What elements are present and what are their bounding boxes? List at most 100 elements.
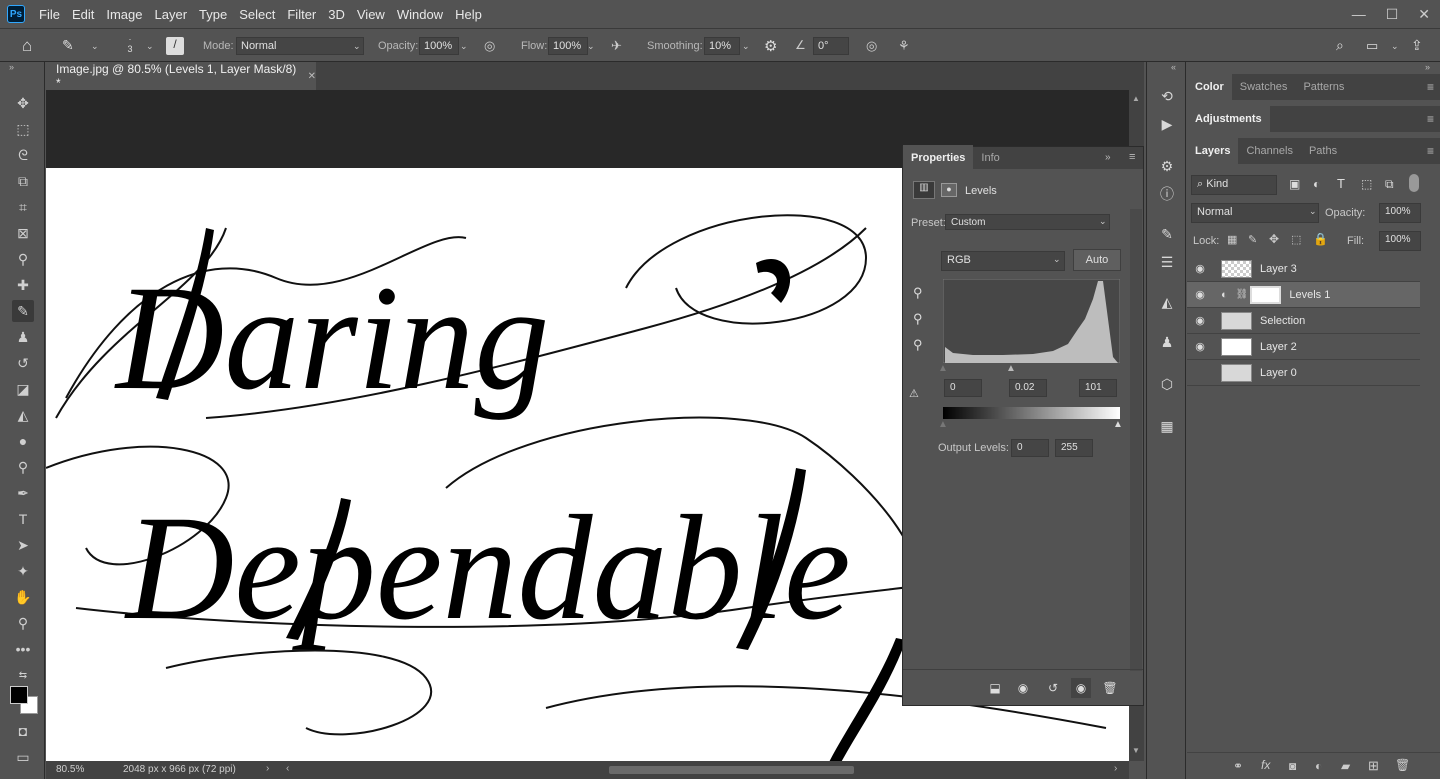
properties-icon[interactable]: ⚙	[1157, 156, 1177, 176]
search-icon[interactable]: ⌕	[1336, 37, 1344, 54]
brush-settings-icon[interactable]: /	[166, 37, 184, 55]
eye-icon[interactable]: ◉	[1187, 288, 1213, 301]
opacity-field[interactable]: 100%	[419, 37, 459, 55]
home-icon[interactable]: ⌂	[22, 36, 32, 56]
gear-icon[interactable]: ⚙	[764, 37, 777, 55]
type-tool-icon[interactable]: T	[12, 508, 34, 530]
flow-field[interactable]: 100%	[548, 37, 588, 55]
menu-view[interactable]: View	[351, 7, 391, 22]
swap-colors-icon[interactable]: ⇆	[12, 664, 34, 686]
add-mask-icon[interactable]: ◙	[1289, 759, 1296, 773]
symmetry-icon[interactable]: ⚘	[898, 38, 910, 54]
preset-select[interactable]: Custom	[945, 214, 1110, 230]
lasso-tool-icon[interactable]: ᘓ	[12, 144, 34, 166]
menu-edit[interactable]: Edit	[66, 7, 100, 22]
tab-paths[interactable]: Paths	[1301, 138, 1345, 164]
chevron-down-icon[interactable]: ⌄	[91, 41, 99, 52]
layer-filter-kind-select[interactable]: ⌕ Kind	[1191, 175, 1277, 195]
auto-button[interactable]: Auto	[1073, 249, 1121, 271]
channel-select[interactable]: RGB	[941, 251, 1065, 271]
delete-layer-icon[interactable]: 🗑	[1395, 758, 1410, 772]
tab-info[interactable]: Info	[973, 145, 1007, 171]
actions-play-icon[interactable]: ▶	[1157, 114, 1177, 134]
status-menu-icon[interactable]: ›	[266, 763, 269, 774]
move-tool-icon[interactable]: ✥	[12, 92, 34, 114]
clip-to-layer-icon[interactable]: ⬓	[985, 678, 1005, 698]
lock-pixels-icon[interactable]: ✎	[1248, 233, 1257, 246]
pressure-opacity-icon[interactable]: ◎	[484, 38, 495, 54]
tab-swatches[interactable]: Swatches	[1232, 74, 1296, 100]
levels-adjustment-icon[interactable]: ▥	[913, 181, 935, 199]
white-point-eyedropper-icon[interactable]: ⚲	[913, 337, 923, 353]
info-icon[interactable]: ⓘ	[1157, 184, 1177, 204]
menu-3d[interactable]: 3D	[322, 7, 351, 22]
filter-smart-object-icon[interactable]: ⧉	[1385, 177, 1394, 192]
filter-pixel-icon[interactable]: ▣	[1289, 177, 1300, 191]
path-selection-tool-icon[interactable]: ➤	[12, 534, 34, 556]
zoom-level[interactable]: 80.5%	[56, 764, 84, 775]
mode-select[interactable]: Normal	[236, 37, 364, 55]
chevron-down-icon[interactable]: ⌄	[460, 41, 468, 52]
layer-mask-thumbnail[interactable]	[1250, 285, 1282, 304]
scroll-up-icon[interactable]: ▲	[1132, 94, 1140, 103]
shape-tool-icon[interactable]: ✦	[12, 560, 34, 582]
eraser-tool-icon[interactable]: ◪	[12, 378, 34, 400]
chevron-down-icon[interactable]: ⌄	[1391, 41, 1399, 52]
layer-mask-icon[interactable]: ●	[941, 183, 957, 197]
new-adjustment-icon[interactable]: ◐	[1315, 759, 1322, 773]
filter-type-icon[interactable]: T	[1337, 176, 1345, 191]
horizontal-scroll-thumb[interactable]	[609, 766, 854, 774]
screen-mode-icon[interactable]: ▭	[12, 746, 34, 768]
document-tab[interactable]: Image.jpg @ 80.5% (Levels 1, Layer Mask/…	[46, 62, 316, 90]
quick-mask-icon[interactable]: ◘	[12, 720, 34, 742]
menu-layer[interactable]: Layer	[149, 7, 194, 22]
new-layer-icon[interactable]: ⊞	[1368, 758, 1379, 774]
pen-tool-icon[interactable]: ✒	[12, 482, 34, 504]
airbrush-icon[interactable]: ✈	[611, 38, 622, 54]
layer-row[interactable]: ◉ ◐ ⛓ Levels 1	[1187, 282, 1420, 308]
marquee-tool-icon[interactable]: ⬚	[12, 118, 34, 140]
layer-row[interactable]: ◉ Selection	[1187, 308, 1420, 334]
frame-tool-icon[interactable]: ⊠	[12, 222, 34, 244]
output-white-slider[interactable]: ▲	[1113, 419, 1123, 430]
properties-scrollbar[interactable]	[1130, 209, 1142, 671]
reset-icon[interactable]: ↺	[1043, 678, 1063, 698]
3d-cube-icon[interactable]: ⬡	[1157, 374, 1177, 394]
blur-tool-icon[interactable]: ●	[12, 430, 34, 452]
fill-field[interactable]: 100%	[1379, 231, 1421, 251]
object-selection-tool-icon[interactable]: ⧉	[12, 170, 34, 192]
lock-transparent-icon[interactable]: ▦	[1227, 233, 1237, 246]
input-gamma-field[interactable]: 0.02	[1009, 379, 1047, 397]
share-icon[interactable]: ⇪	[1411, 37, 1423, 54]
brushes-icon[interactable]: ◭	[1157, 292, 1177, 312]
chain-link-icon[interactable]: ⛓	[1236, 289, 1249, 300]
brush-size-preview[interactable]: · 3	[126, 34, 134, 54]
adjustments-sliders-icon[interactable]: ☰	[1157, 252, 1177, 272]
menu-window[interactable]: Window	[391, 7, 449, 22]
maximize-icon[interactable]: ☐	[1386, 6, 1399, 23]
gray-point-eyedropper-icon[interactable]: ⚲	[913, 311, 923, 327]
scroll-left-icon[interactable]: ‹	[286, 763, 289, 774]
collapse-strip-icon[interactable]: «	[1171, 62, 1176, 72]
clone-stamp-tool-icon[interactable]: ♟	[12, 326, 34, 348]
blend-mode-select[interactable]: Normal	[1191, 203, 1319, 223]
brush-settings-icon[interactable]: ✎	[1157, 224, 1177, 244]
layer-row[interactable]: ◉ Layer 3	[1187, 256, 1420, 282]
crop-tool-icon[interactable]: ⌗	[12, 196, 34, 218]
fx-icon[interactable]: fx	[1261, 758, 1270, 772]
collapse-panel-icon[interactable]: »	[1105, 152, 1111, 163]
tab-properties[interactable]: Properties	[903, 145, 974, 171]
collapse-toolbar-icon[interactable]: »	[9, 62, 14, 72]
menu-filter[interactable]: Filter	[281, 7, 322, 22]
eye-icon[interactable]: ◉	[1187, 314, 1213, 327]
zoom-tool-icon[interactable]: ⚲	[12, 612, 34, 634]
black-point-eyedropper-icon[interactable]: ⚲	[913, 285, 923, 301]
healing-brush-tool-icon[interactable]: ✚	[12, 274, 34, 296]
tab-color[interactable]: Color	[1187, 74, 1232, 100]
menu-help[interactable]: Help	[449, 7, 488, 22]
output-black-slider[interactable]: ▲	[938, 419, 948, 430]
angle-field[interactable]: 0°	[813, 37, 849, 55]
more-tools-icon[interactable]: •••	[12, 638, 34, 660]
pressure-size-icon[interactable]: ◎	[866, 38, 877, 54]
chevron-down-icon[interactable]: ⌄	[587, 41, 595, 52]
